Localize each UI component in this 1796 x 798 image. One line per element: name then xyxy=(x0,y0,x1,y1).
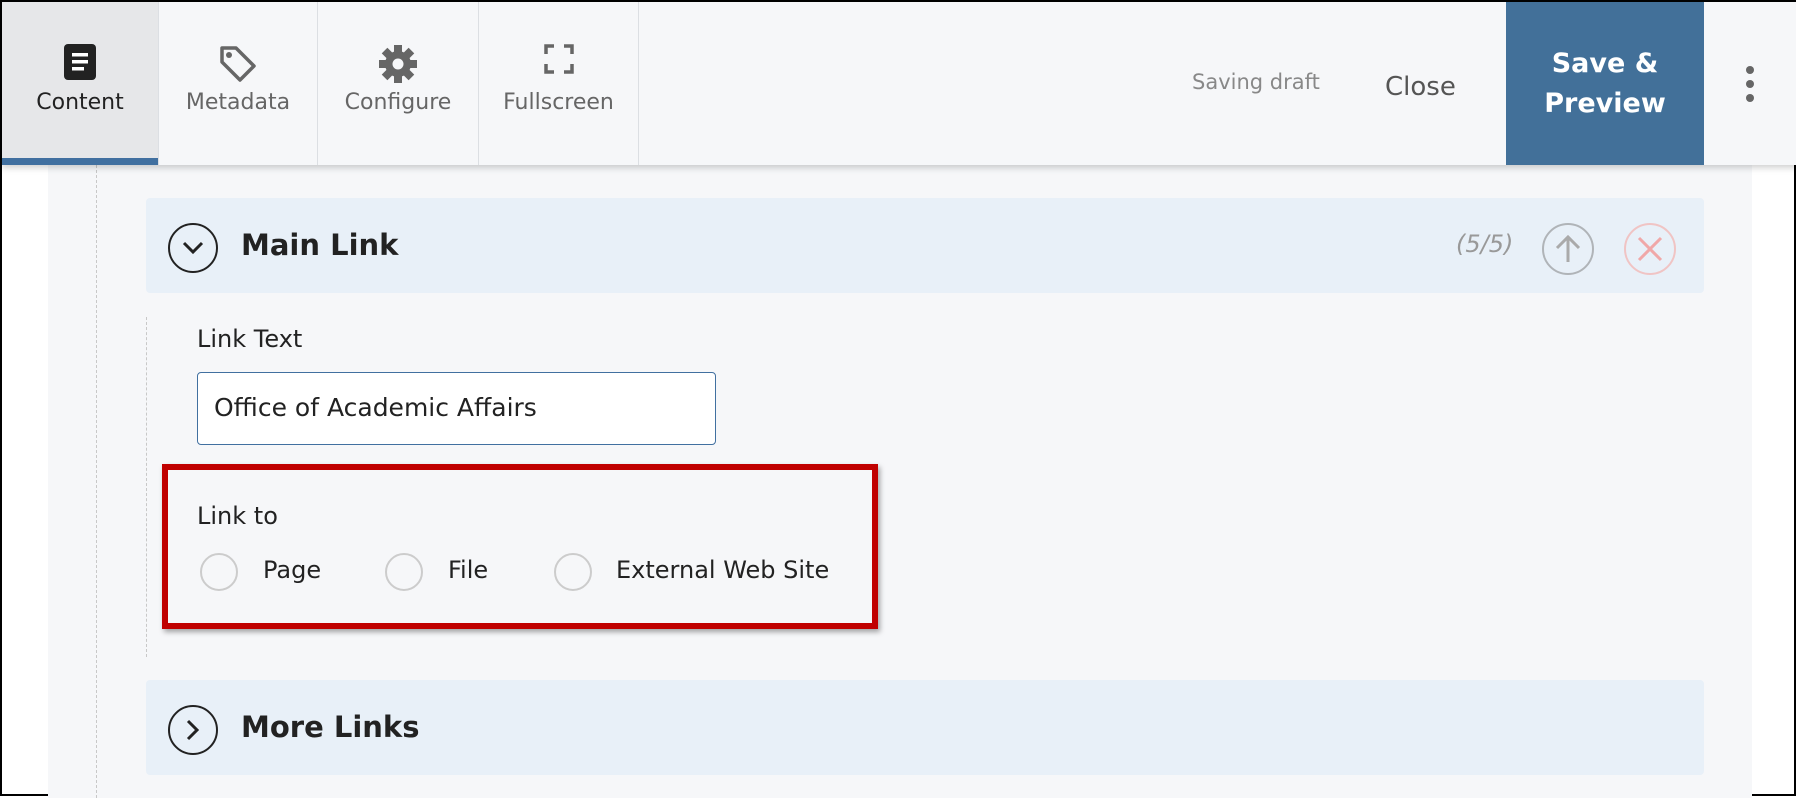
tab-metadata[interactable]: Metadata xyxy=(159,2,318,165)
remove-button[interactable] xyxy=(1624,223,1676,275)
editor-toolbar: Content Metadata Configure Fullscreen Sa… xyxy=(2,2,1796,165)
radio-label[interactable]: Page xyxy=(263,556,321,584)
gear-icon xyxy=(379,45,417,83)
link-text-label: Link Text xyxy=(197,325,303,353)
tab-configure[interactable]: Configure xyxy=(318,2,479,165)
tab-label: Metadata xyxy=(185,90,291,115)
radio-label[interactable]: File xyxy=(448,556,488,584)
chevron-down-icon[interactable] xyxy=(168,223,218,273)
radio-external-web-site[interactable] xyxy=(554,553,592,591)
radio-label[interactable]: External Web Site xyxy=(616,556,829,584)
item-count: (5/5) xyxy=(1456,230,1514,258)
close-icon xyxy=(1637,236,1663,262)
save-status: Saving draft xyxy=(1192,70,1320,94)
document-icon xyxy=(64,44,96,80)
chevron-right-icon[interactable] xyxy=(168,705,218,755)
link-to-label: Link to xyxy=(197,502,278,530)
close-button[interactable]: Close xyxy=(1385,72,1456,102)
move-up-button[interactable] xyxy=(1542,223,1594,275)
tab-label: Configure xyxy=(344,90,452,115)
link-text-input[interactable]: Office of Academic Affairs xyxy=(197,372,716,445)
more-links-section-header[interactable]: More Links xyxy=(146,680,1704,775)
save-preview-button[interactable]: Save & Preview xyxy=(1506,2,1704,165)
tab-fullscreen[interactable]: Fullscreen xyxy=(479,2,639,165)
highlight-box xyxy=(162,464,878,629)
fullscreen-icon xyxy=(543,44,574,74)
arrow-up-icon xyxy=(1555,234,1581,262)
radio-file[interactable] xyxy=(385,553,423,591)
tag-icon xyxy=(220,46,256,82)
main-link-section-header[interactable]: Main Link (5/5) xyxy=(146,198,1704,293)
divider xyxy=(146,317,147,657)
divider xyxy=(96,165,97,798)
section-title: Main Link xyxy=(241,228,399,262)
more-options-icon[interactable] xyxy=(1740,64,1760,104)
tab-label: Content xyxy=(36,90,124,115)
tab-label: Fullscreen xyxy=(503,90,614,115)
tab-content[interactable]: Content xyxy=(2,2,159,165)
radio-page[interactable] xyxy=(200,553,238,591)
section-title: More Links xyxy=(241,710,420,744)
